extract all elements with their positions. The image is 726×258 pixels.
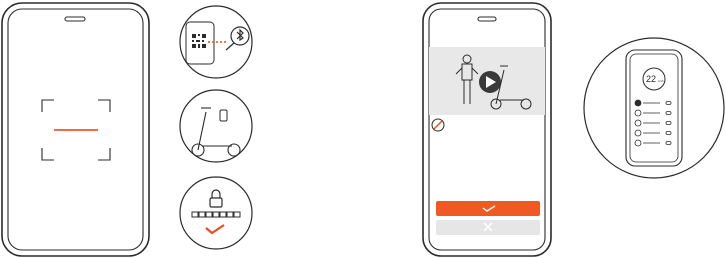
left-phone-frame <box>1 2 150 257</box>
speed-value: 22 <box>646 74 656 84</box>
right-phone <box>420 0 570 258</box>
step-bluetooth <box>179 5 253 79</box>
phone-small-icon <box>185 21 215 65</box>
step-circles <box>172 0 262 258</box>
dashboard-zoom: 22 km/h <box>582 36 726 180</box>
speed-unit: km/h <box>658 80 664 83</box>
step-password <box>179 176 253 250</box>
step-scooter <box>179 89 253 163</box>
left-phone <box>0 0 160 258</box>
confirm-button[interactable] <box>436 201 540 216</box>
right-phone-frame <box>422 2 552 257</box>
